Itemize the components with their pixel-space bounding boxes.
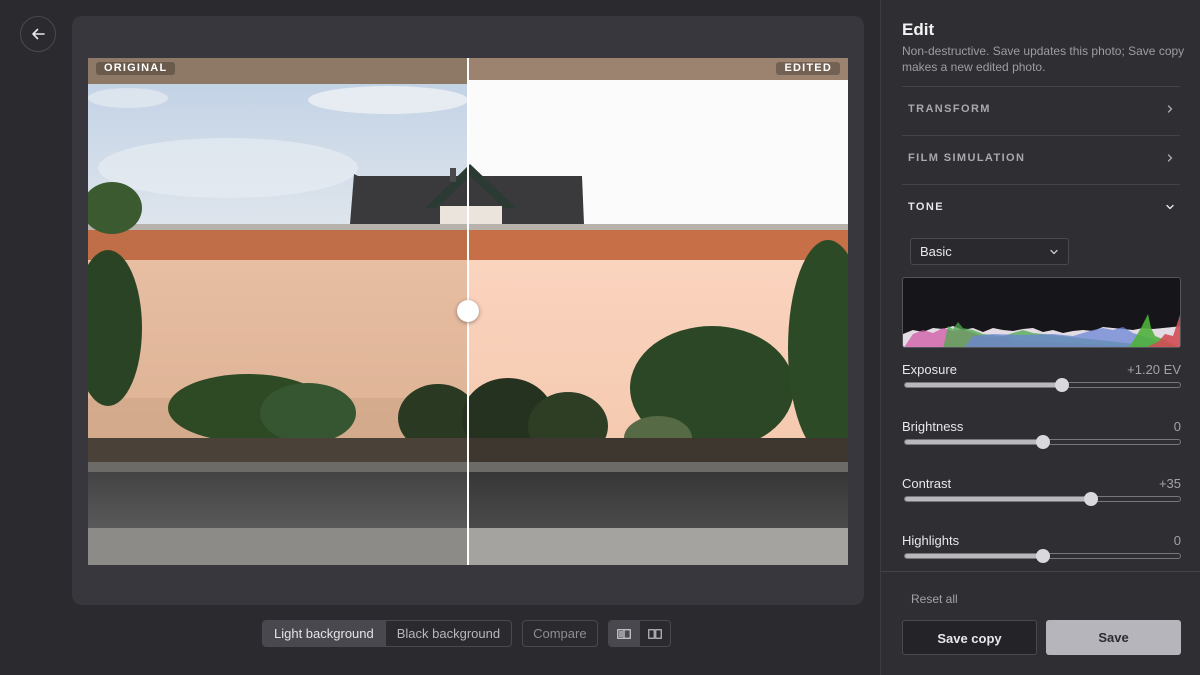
edit-panel: Edit Non-destructive. Save updates this … [880, 0, 1200, 675]
slider-brightness: Brightness 0 [902, 419, 1181, 469]
tone-mode-select[interactable]: Basic [910, 238, 1069, 265]
slider-thumb[interactable] [1035, 549, 1050, 563]
chevron-right-icon [1167, 105, 1173, 113]
slider-fill [905, 440, 1043, 444]
histogram-graph [903, 314, 1180, 347]
section-label: TONE [908, 201, 944, 213]
chevron-down-icon [1166, 204, 1174, 210]
photo-canvas: ORIGINAL EDITED [72, 16, 864, 605]
slider-label: Brightness [902, 419, 964, 434]
section-film-simulation[interactable]: FILM SIMULATION [902, 135, 1180, 184]
slider-value: +1.20 EV [1127, 362, 1181, 377]
slider-thumb[interactable] [1035, 435, 1050, 449]
side-by-side-icon [647, 628, 662, 639]
slider-fill [905, 383, 1062, 387]
original-label: ORIGINAL [96, 62, 176, 75]
split-view-button[interactable] [608, 621, 639, 646]
slider-track[interactable] [904, 435, 1181, 449]
slider-track[interactable] [904, 378, 1181, 392]
background-toggle: Light background Black background [262, 620, 513, 647]
view-toolbar: Light background Black background Compar… [262, 620, 671, 647]
slider-value: 0 [1173, 419, 1181, 434]
slider-label: Contrast [902, 476, 952, 491]
slider-thumb[interactable] [1054, 378, 1069, 392]
slider-contrast: Contrast +35 [902, 476, 1181, 526]
slider-track[interactable] [904, 549, 1181, 563]
panel-title: Edit [902, 20, 935, 39]
section-label: FILM SIMULATION [908, 152, 1026, 164]
slider-label: Exposure [902, 362, 957, 377]
slider-fill [905, 554, 1043, 558]
section-transform[interactable]: TRANSFORM [902, 86, 1180, 135]
section-tone[interactable]: TONE [902, 184, 1180, 233]
light-background-button[interactable]: Light background [263, 621, 385, 646]
slider-thumb[interactable] [1083, 492, 1098, 506]
slider-value: 0 [1173, 533, 1181, 548]
slider-fill [905, 497, 1091, 501]
slider-label: Highlights [902, 533, 960, 548]
compare-button[interactable]: Compare [522, 620, 598, 647]
black-background-button[interactable]: Black background [384, 621, 511, 646]
arrow-left-icon [32, 28, 45, 40]
save-copy-button[interactable]: Save copy [902, 620, 1037, 655]
chevron-down-icon [1050, 249, 1058, 255]
chevron-right-icon [1167, 154, 1173, 162]
reset-all-button[interactable]: Reset all [911, 592, 958, 606]
slider-value: +35 [1158, 476, 1181, 491]
split-view-icon [616, 628, 631, 639]
tone-mode-value: Basic [920, 244, 952, 259]
side-by-side-button[interactable] [638, 621, 670, 646]
save-button[interactable]: Save [1046, 620, 1181, 655]
edited-label: EDITED [776, 62, 840, 75]
slider-track[interactable] [904, 492, 1181, 506]
panel-description: Non-destructive. Save updates this photo… [902, 44, 1185, 74]
histogram [902, 277, 1181, 348]
compare-handle[interactable] [457, 300, 479, 322]
back-button[interactable] [20, 16, 56, 52]
photo-compare-view[interactable]: ORIGINAL EDITED [88, 58, 848, 565]
slider-exposure: Exposure +1.20 EV [902, 362, 1181, 412]
panel-footer: Reset all Save copy Save [881, 571, 1200, 675]
compare-mode-toggle [607, 620, 671, 647]
section-label: TRANSFORM [908, 103, 991, 115]
